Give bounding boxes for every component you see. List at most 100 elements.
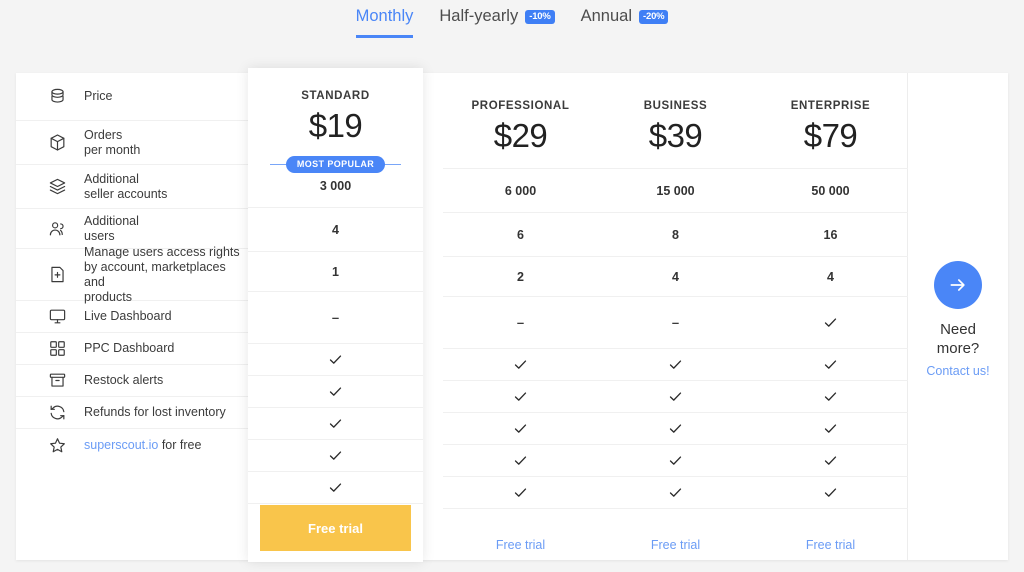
users-icon xyxy=(48,219,67,238)
check-icon xyxy=(823,453,838,468)
feature-label-line: PPC Dashboard xyxy=(84,341,175,355)
plan-cell xyxy=(598,349,753,381)
check-icon xyxy=(823,421,838,436)
plan-value: 4 xyxy=(827,269,834,284)
plan-price: $39 xyxy=(648,117,703,154)
plan-cell xyxy=(598,477,753,509)
tab-annual[interactable]: Annual -20% xyxy=(581,7,669,38)
plan-cell xyxy=(248,344,423,376)
feature-label-line: Additional xyxy=(84,171,139,186)
plan-value: 8 xyxy=(672,227,679,242)
free-trial-button[interactable]: Free trial xyxy=(260,505,411,551)
arrow-right-icon[interactable] xyxy=(934,261,982,309)
free-trial-link[interactable]: Free trial xyxy=(806,538,855,552)
check-icon xyxy=(513,389,528,404)
feature-link[interactable]: superscout.io xyxy=(84,438,158,452)
feature-label: Price xyxy=(84,89,112,104)
plan-cell xyxy=(248,376,423,408)
plan-value: 3 000 xyxy=(319,178,352,193)
highlighted-plan-card-standard: STANDARD $19 MOST POPULAR 3 000 4 1– Free tria… xyxy=(248,68,423,562)
dash-marker: – xyxy=(516,315,525,330)
billing-period-tabs: Monthly Half-yearly -10% Annual -20% xyxy=(0,0,1024,73)
contact-us-link[interactable]: Contact us! xyxy=(926,364,989,378)
plan-cell: 6 000 xyxy=(443,169,598,213)
plan-value: 1 xyxy=(332,264,339,279)
feature-label-line: Manage users access rights xyxy=(84,244,240,259)
layers-icon xyxy=(48,177,67,196)
plan-cell: 1 xyxy=(248,252,423,292)
plan-cell xyxy=(753,381,908,413)
free-trial-link[interactable]: Free trial xyxy=(496,538,545,552)
feature-label-line: Refunds for lost inventory xyxy=(84,405,226,419)
check-icon xyxy=(668,485,683,500)
plan-cell xyxy=(248,408,423,440)
plan-name: ENTERPRISE xyxy=(790,100,871,112)
tab-monthly[interactable]: Monthly xyxy=(355,7,414,38)
plan-name: BUSINESS xyxy=(643,100,708,112)
plan-value: 50 000 xyxy=(811,183,850,198)
check-icon xyxy=(513,453,528,468)
plan-footer: Free trial xyxy=(598,509,753,572)
plan-value: 6 000 xyxy=(504,183,537,198)
check-icon xyxy=(668,357,683,372)
plan-name: PROFESSIONAL xyxy=(471,100,570,112)
plan-cell: – xyxy=(598,297,753,349)
plan-cell xyxy=(443,477,598,509)
need-more-title-line2: more? xyxy=(936,340,980,357)
monitor-icon xyxy=(48,307,67,326)
plan-value: 15 000 xyxy=(656,183,695,198)
free-trial-link[interactable]: Free trial xyxy=(651,538,700,552)
dash-marker: – xyxy=(671,315,680,330)
plan-name: STANDARD xyxy=(301,90,370,102)
check-icon xyxy=(328,352,343,367)
plan-cell: 2 xyxy=(443,257,598,297)
check-icon xyxy=(668,421,683,436)
plan-cell: 3 000 xyxy=(248,164,423,208)
feature-label: superscout.io for free xyxy=(84,438,201,453)
plan-value: 16 xyxy=(823,227,838,242)
tab-half-yearly[interactable]: Half-yearly -10% xyxy=(439,7,555,38)
plan-cell: 50 000 xyxy=(753,169,908,213)
pricing-grid: Price Orders per month Additional seller acc… xyxy=(16,73,1008,560)
plan-cell: 4 xyxy=(598,257,753,297)
check-icon xyxy=(823,357,838,372)
archive-box-icon xyxy=(48,371,67,390)
pricing-table-card: Price Orders per month Additional seller acc… xyxy=(16,73,1008,560)
check-icon xyxy=(328,384,343,399)
feature-label: Live Dashboard xyxy=(84,309,172,324)
plan-column-professional: PROFESSIONAL $29 6 000 6 2 – Free trial xyxy=(443,73,598,572)
plan-cell: – xyxy=(248,292,423,344)
feature-row: Restock alerts xyxy=(16,365,248,397)
plan-column-business: BUSINESS $39 15 000 8 4 – Free trial xyxy=(598,73,753,572)
plan-cell: – xyxy=(443,297,598,349)
feature-label: Manage users access rights by account, ma… xyxy=(84,245,248,305)
plan-cell xyxy=(598,445,753,477)
plan-price: $29 xyxy=(493,117,548,154)
plan-cell xyxy=(443,381,598,413)
plan-cell xyxy=(248,440,423,472)
feature-label-line: Live Dashboard xyxy=(84,309,172,323)
feature-row: Additional seller accounts xyxy=(16,165,248,209)
check-icon xyxy=(328,480,343,495)
feature-row: Live Dashboard xyxy=(16,301,248,333)
check-icon xyxy=(823,485,838,500)
plan-header: ENTERPRISE $79 xyxy=(753,73,908,169)
check-icon xyxy=(328,448,343,463)
tab-label: Annual xyxy=(580,7,633,25)
plan-price: $19 xyxy=(308,107,363,144)
plan-footer: Free trial xyxy=(753,509,908,572)
plan-header: BUSINESS $39 xyxy=(598,73,753,169)
plan-cell xyxy=(753,349,908,381)
need-more-title-line1: Need xyxy=(940,321,976,338)
feature-row: superscout.io for free xyxy=(16,429,248,461)
feature-list: Price Orders per month Additional seller acc… xyxy=(16,73,248,461)
plan-header: PROFESSIONAL $29 xyxy=(443,73,598,169)
feature-label: Additional seller accounts xyxy=(84,172,167,202)
feature-label-line: Price xyxy=(84,89,113,103)
feature-label: Restock alerts xyxy=(84,373,163,388)
discount-badge: -20% xyxy=(639,9,669,24)
check-icon xyxy=(513,357,528,372)
plan-cell xyxy=(753,413,908,445)
feature-label-line: per month xyxy=(84,142,141,157)
feature-label-line: Orders xyxy=(84,127,123,142)
